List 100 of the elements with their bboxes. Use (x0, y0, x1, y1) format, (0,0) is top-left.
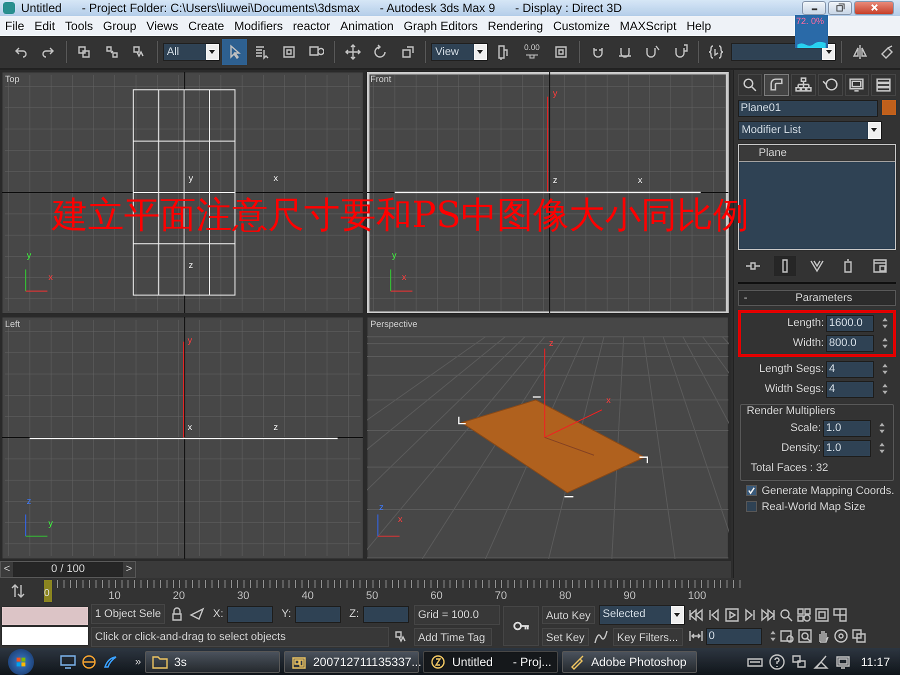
spinner-icon[interactable] (768, 629, 777, 644)
add-time-tag-button[interactable]: Add Time Tag (414, 628, 492, 646)
previous-frame-button[interactable]: < (1, 562, 13, 578)
maximize-viewport-button[interactable] (850, 627, 867, 646)
snap-button[interactable]: 0.00 (517, 38, 547, 65)
plane-edge[interactable] (30, 438, 338, 440)
orbit-button[interactable] (832, 627, 849, 646)
key-filters-button[interactable]: Key Filters... (612, 628, 683, 646)
utilities-tab[interactable] (871, 74, 896, 96)
menu-item[interactable]: Modifiers (229, 18, 288, 33)
rollout-header[interactable]: - Parameters (738, 290, 896, 306)
menu-item[interactable]: Views (141, 18, 184, 33)
parameter-field[interactable]: 1.0 (823, 440, 871, 457)
menu-item[interactable]: Group (98, 18, 142, 33)
menu-item[interactable]: Animation (335, 18, 399, 33)
play-button[interactable] (724, 606, 740, 624)
modifier-list-dropdown[interactable]: Modifier List (738, 120, 882, 140)
zoom-all-button[interactable] (796, 606, 812, 624)
checkbox[interactable] (746, 501, 757, 512)
axis-tripod (25, 514, 48, 538)
filter-dropdown[interactable]: View (431, 42, 488, 61)
time-configuration-icon (778, 628, 795, 644)
zoom-extents-all-button[interactable] (832, 606, 848, 624)
viewport-label[interactable]: Left (5, 319, 20, 330)
parameter-field[interactable]: 1600.0 (826, 314, 874, 332)
close-button[interactable] (854, 0, 894, 15)
go-to-start-icon (688, 607, 704, 624)
taskbar-button[interactable]: 200712711135337... (284, 650, 420, 673)
create-tab[interactable] (738, 74, 762, 96)
zoom-region-button[interactable] (796, 627, 813, 646)
named-selection-field[interactable] (730, 42, 836, 61)
stack-item[interactable]: Plane (738, 144, 895, 162)
parameter-field[interactable]: 4 (826, 380, 874, 398)
auto-key-button[interactable]: Auto Key (542, 606, 595, 624)
key-mode-dropdown[interactable]: Selected (598, 605, 685, 626)
viewport-label[interactable]: Front (370, 74, 392, 84)
set-key-button[interactable]: Set Key (542, 628, 589, 646)
menu-item[interactable]: Help (681, 18, 716, 33)
filter-dropdown[interactable]: All (162, 42, 220, 61)
spinner-icon[interactable] (878, 441, 886, 456)
next-frame-button[interactable]: > (123, 562, 135, 578)
plane-edge[interactable] (394, 191, 701, 193)
axis-label: x (398, 514, 402, 524)
modify-tab[interactable] (764, 74, 790, 96)
set-key-button[interactable] (503, 606, 539, 646)
taskbar-button[interactable]: 3s (145, 650, 280, 673)
frame-field[interactable]: 0 (706, 628, 762, 645)
viewport-label[interactable]: Perspective (370, 319, 418, 330)
motion-tab[interactable] (818, 74, 843, 96)
menu-item[interactable]: Graph Editors (398, 18, 483, 33)
app-icon (430, 654, 446, 670)
check-icon (746, 486, 756, 496)
end-result-button[interactable] (774, 256, 796, 276)
menu-item[interactable]: MAXScript (614, 18, 682, 33)
menu-item[interactable]: Rendering (482, 18, 548, 33)
globe-icon (81, 654, 97, 670)
screen-icon (834, 654, 851, 670)
swap-icon (10, 582, 26, 599)
axis-label: z (379, 502, 384, 512)
viewport-label[interactable]: Top (5, 74, 20, 84)
spinner-icon[interactable] (881, 382, 889, 396)
restore-button[interactable] (828, 0, 852, 15)
spinner-icon[interactable] (881, 316, 889, 330)
coordinate-field[interactable] (295, 606, 342, 623)
spinner-icon[interactable] (881, 336, 889, 350)
time-slider-thumb[interactable]: < 0 / 100 > (0, 561, 136, 578)
start-button[interactable] (8, 648, 34, 675)
taskbar-button[interactable]: Untitled - Proj... (423, 650, 558, 673)
object-name-field[interactable]: Plane01 (738, 100, 878, 117)
axis-label: x (638, 176, 642, 186)
menu-item[interactable]: Tools (60, 18, 98, 33)
parameter-field[interactable]: 4 (826, 360, 874, 378)
hierarchy-tab[interactable] (791, 74, 816, 96)
axis-label: y (26, 251, 32, 260)
frame-number: 20 (172, 588, 186, 602)
parameter-field[interactable]: 1.0 (823, 420, 871, 437)
more-button[interactable]: » (135, 656, 142, 668)
menu-item[interactable]: Create (183, 18, 230, 33)
coordinate-field[interactable] (227, 606, 274, 623)
select-arrow-button[interactable] (222, 38, 247, 65)
menu-item[interactable]: reactor (288, 18, 336, 33)
axis-label: x (48, 272, 53, 282)
spinner-icon[interactable] (878, 421, 886, 436)
zoom-extents-button[interactable] (814, 606, 830, 624)
menu-item[interactable]: Edit (29, 18, 60, 33)
object-color-swatch[interactable] (882, 100, 896, 115)
caret-icon (208, 48, 216, 56)
checkbox-label: Real-World Map Size (762, 500, 866, 513)
display-tab[interactable] (844, 74, 870, 96)
frame-number: 60 (430, 588, 444, 602)
menu-item[interactable]: Customize (548, 18, 615, 33)
minimize-button[interactable] (802, 0, 826, 15)
checkbox[interactable] (746, 485, 757, 496)
hierarchy-icon (794, 76, 812, 94)
taskbar-button[interactable]: Adobe Photoshop (562, 650, 698, 673)
coordinate-field[interactable] (363, 606, 410, 623)
menu-item[interactable]: File (0, 18, 30, 33)
spinner-icon[interactable] (881, 362, 889, 376)
parameter-field[interactable]: 800.0 (826, 334, 874, 352)
axis-label: z (548, 339, 554, 348)
